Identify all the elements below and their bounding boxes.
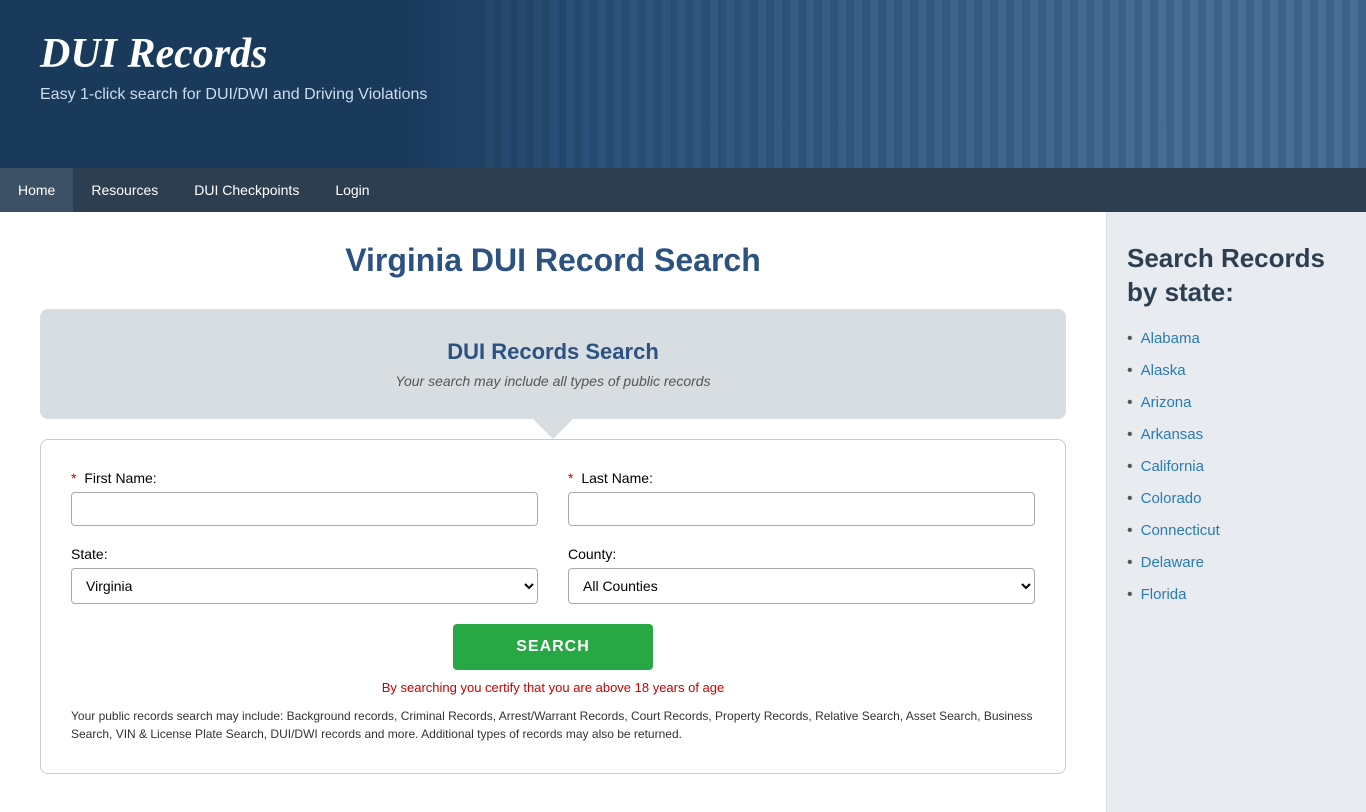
- last-name-label: * Last Name:: [568, 470, 1035, 486]
- last-name-group: * Last Name:: [568, 470, 1035, 526]
- site-title: DUI Records: [40, 30, 1326, 78]
- nav-home[interactable]: Home: [0, 168, 73, 212]
- list-item: • California: [1127, 458, 1346, 476]
- navbar: Home Resources DUI Checkpoints Login: [0, 168, 1366, 212]
- state-link-delaware[interactable]: Delaware: [1141, 554, 1204, 571]
- state-select[interactable]: Virginia Alabama Alaska Arizona Californ…: [71, 568, 538, 604]
- list-item: • Florida: [1127, 586, 1346, 604]
- first-name-label: * First Name:: [71, 470, 538, 486]
- required-star-first: *: [71, 470, 76, 486]
- list-item: • Alabama: [1127, 330, 1346, 348]
- state-link-arizona[interactable]: Arizona: [1141, 394, 1192, 411]
- state-group: State: Virginia Alabama Alaska Arizona C…: [71, 546, 538, 604]
- state-link-arkansas[interactable]: Arkansas: [1141, 426, 1204, 443]
- bullet-icon: •: [1127, 522, 1133, 540]
- bullet-icon: •: [1127, 490, 1133, 508]
- list-item: • Connecticut: [1127, 522, 1346, 540]
- required-star-last: *: [568, 470, 573, 486]
- content-area: Virginia DUI Record Search DUI Records S…: [0, 212, 1106, 812]
- bullet-icon: •: [1127, 458, 1133, 476]
- state-county-row: State: Virginia Alabama Alaska Arizona C…: [71, 546, 1035, 604]
- bullet-icon: •: [1127, 394, 1133, 412]
- search-button[interactable]: SEARCH: [453, 624, 653, 670]
- bullet-icon: •: [1127, 362, 1133, 380]
- bullet-icon: •: [1127, 554, 1133, 572]
- list-item: • Arizona: [1127, 394, 1346, 412]
- site-subtitle: Easy 1-click search for DUI/DWI and Driv…: [40, 86, 1326, 104]
- triangle-pointer: [533, 419, 573, 439]
- disclaimer-text: Your public records search may include: …: [71, 707, 1035, 743]
- list-item: • Arkansas: [1127, 426, 1346, 444]
- main-layout: Virginia DUI Record Search DUI Records S…: [0, 212, 1366, 812]
- state-link-california[interactable]: California: [1141, 458, 1204, 475]
- state-link-alaska[interactable]: Alaska: [1141, 362, 1186, 379]
- first-name-group: * First Name:: [71, 470, 538, 526]
- last-name-input[interactable]: [568, 492, 1035, 526]
- bullet-icon: •: [1127, 426, 1133, 444]
- list-item: • Colorado: [1127, 490, 1346, 508]
- list-item: • Delaware: [1127, 554, 1346, 572]
- sidebar-title: Search Records by state:: [1127, 242, 1346, 310]
- site-header: DUI Records Easy 1-click search for DUI/…: [0, 0, 1366, 168]
- nav-login[interactable]: Login: [317, 168, 387, 212]
- county-group: County: All Counties: [568, 546, 1035, 604]
- age-certification: By searching you certify that you are ab…: [71, 680, 1035, 695]
- sidebar: Search Records by state: • Alabama • Ala…: [1106, 212, 1366, 812]
- county-select[interactable]: All Counties: [568, 568, 1035, 604]
- search-box-title: DUI Records Search: [70, 339, 1036, 365]
- first-name-input[interactable]: [71, 492, 538, 526]
- list-item: • Alaska: [1127, 362, 1346, 380]
- nav-dui-checkpoints[interactable]: DUI Checkpoints: [176, 168, 317, 212]
- state-link-colorado[interactable]: Colorado: [1141, 490, 1202, 507]
- search-box-subtitle: Your search may include all types of pub…: [70, 373, 1036, 389]
- search-box-container: DUI Records Search Your search may inclu…: [40, 309, 1066, 419]
- nav-resources[interactable]: Resources: [73, 168, 176, 212]
- state-link-connecticut[interactable]: Connecticut: [1141, 522, 1220, 539]
- form-container: * First Name: * Last Name: State:: [40, 439, 1066, 774]
- county-label: County:: [568, 546, 1035, 562]
- bullet-icon: •: [1127, 330, 1133, 348]
- name-row: * First Name: * Last Name:: [71, 470, 1035, 526]
- page-title: Virginia DUI Record Search: [40, 242, 1066, 279]
- state-link-florida[interactable]: Florida: [1141, 586, 1187, 603]
- state-link-alabama[interactable]: Alabama: [1141, 330, 1200, 347]
- bullet-icon: •: [1127, 586, 1133, 604]
- state-label: State:: [71, 546, 538, 562]
